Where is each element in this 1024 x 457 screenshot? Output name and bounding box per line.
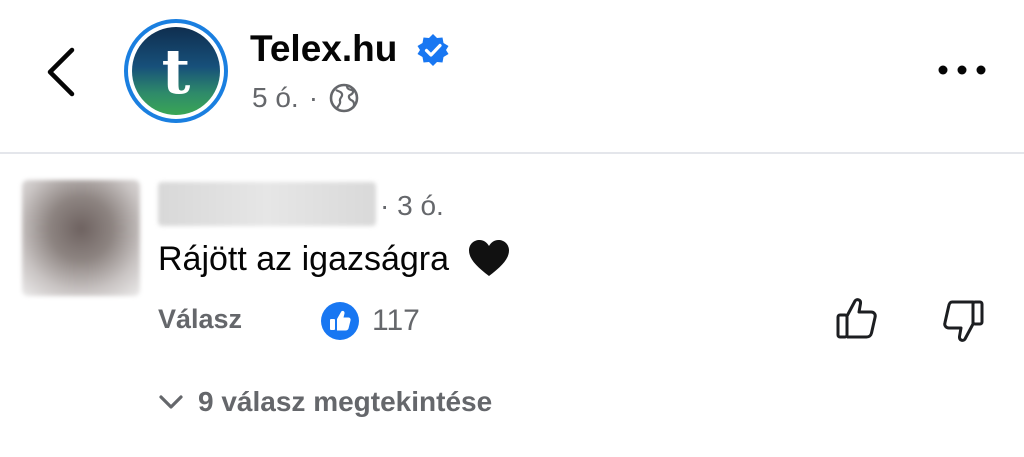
view-replies-label: 9 válasz megtekintése: [198, 386, 493, 417]
header-divider: [0, 152, 1024, 154]
post-meta: 5 ó. ·: [252, 82, 360, 114]
thumbs-down-icon[interactable]: [940, 298, 986, 344]
meta-separator: ·: [308, 82, 319, 113]
thumbs-up-icon[interactable]: [834, 295, 880, 341]
reply-button[interactable]: Válasz: [158, 304, 242, 335]
comment-text: Rájött az igazságra: [158, 240, 450, 278]
back-arrow-icon[interactable]: [40, 44, 84, 100]
commenter-avatar[interactable]: [22, 180, 140, 296]
globe-icon: [329, 83, 359, 113]
chevron-down-icon: [159, 395, 183, 409]
post-time: 5 ó.: [252, 82, 299, 113]
more-options-icon[interactable]: [936, 56, 988, 84]
page-name[interactable]: Telex.hu: [250, 28, 397, 70]
view-replies-button[interactable]: 9 válasz megtekintése: [158, 386, 492, 418]
comment-body: Rájött az igazságra: [158, 238, 511, 279]
verified-badge-icon: [417, 34, 449, 66]
black-heart-icon: [468, 240, 509, 276]
page-avatar[interactable]: t: [124, 19, 228, 123]
like-count: 117: [372, 304, 420, 337]
avatar-letter: t: [132, 27, 220, 115]
like-reaction-icon[interactable]: [320, 301, 360, 341]
comment-time: · 3 ó.: [380, 190, 444, 221]
commenter-name-blurred[interactable]: [158, 182, 376, 226]
